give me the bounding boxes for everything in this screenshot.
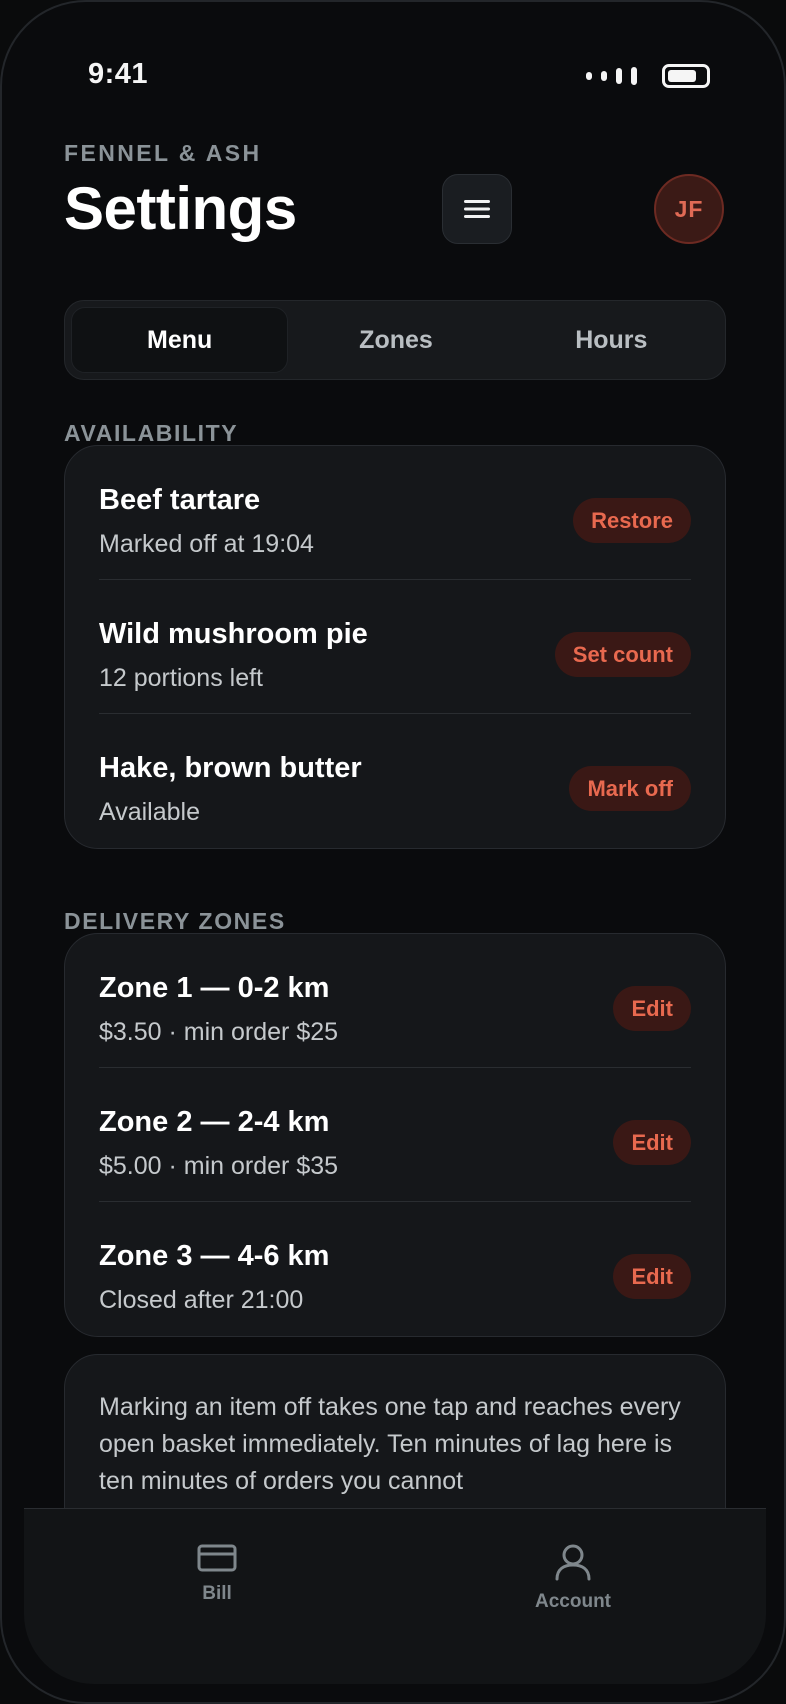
item-subtitle: Available [99,798,201,826]
tab-menu[interactable]: Menu [71,307,289,373]
device-frame: 9:41 FENNEL & ASH Settings JF Menu Zones… [0,0,786,1704]
hamburger-icon [464,200,490,218]
nav-item-account[interactable]: Account [503,1543,643,1613]
set-count-button[interactable]: Set count [554,632,691,677]
brand-name: FENNEL & ASH [64,140,262,166]
zone-title: Zone 2 — 2-4 km [99,1106,330,1138]
zone-title: Zone 1 — 0-2 km [99,972,330,1004]
item-title: Hake, brown butter [99,752,362,784]
card-icon [197,1544,237,1572]
list-item: Beef tartare Marked off at 19:04 Restore [99,446,691,580]
edit-zone-1-button[interactable]: Edit [613,986,691,1031]
bottom-nav: Bill Account [24,1508,766,1684]
list-item: Wild mushroom pie 12 portions left Set c… [99,580,691,714]
nav-item-bill[interactable]: Bill [147,1543,287,1605]
item-subtitle: Marked off at 19:04 [99,530,314,558]
nav-label: Bill [202,1583,232,1604]
zone-subtitle: $3.50 · min order $25 [99,1018,339,1046]
item-title: Wild mushroom pie [99,618,368,650]
status-bar: 9:41 [2,2,784,152]
list-item: Zone 3 — 4-6 km Closed after 21:00 Edit [99,1202,691,1336]
list-item: Zone 2 — 2-4 km $5.00 · min order $35 Ed… [99,1068,691,1202]
tab-zones[interactable]: Zones [288,307,503,373]
delivery-zones-card: Zone 1 — 0-2 km $3.50 · min order $25 Ed… [64,933,726,1337]
item-title: Beef tartare [99,484,261,516]
zone-subtitle: $5.00 · min order $35 [99,1152,339,1180]
avatar[interactable]: JF [654,174,724,244]
battery-icon [662,64,710,88]
section-label-availability: AVAILABILITY [64,420,239,446]
nav-label: Account [535,1591,611,1612]
list-item: Zone 1 — 0-2 km $3.50 · min order $25 Ed… [99,934,691,1068]
info-note-text: Marking an item off takes one tap and re… [99,1393,681,1495]
zone-subtitle: Closed after 21:00 [99,1286,304,1314]
zone-title: Zone 3 — 4-6 km [99,1240,330,1272]
page-title: Settings [64,175,297,242]
item-subtitle: 12 portions left [99,664,263,692]
menu-button[interactable] [442,174,512,244]
status-time: 9:41 [88,58,149,90]
user-icon [555,1544,591,1581]
edit-zone-3-button[interactable]: Edit [613,1254,691,1299]
restore-button[interactable]: Restore [573,498,691,543]
availability-card: Beef tartare Marked off at 19:04 Restore… [64,445,726,849]
list-item: Hake, brown butter Available Mark off [99,714,691,848]
section-label-delivery-zones: DELIVERY ZONES [64,908,286,934]
edit-zone-2-button[interactable]: Edit [613,1120,691,1165]
mark-off-button[interactable]: Mark off [569,766,691,811]
segmented-tabs: Menu Zones Hours [64,300,726,380]
signal-icon [586,66,642,86]
tab-hours[interactable]: Hours [504,307,719,373]
